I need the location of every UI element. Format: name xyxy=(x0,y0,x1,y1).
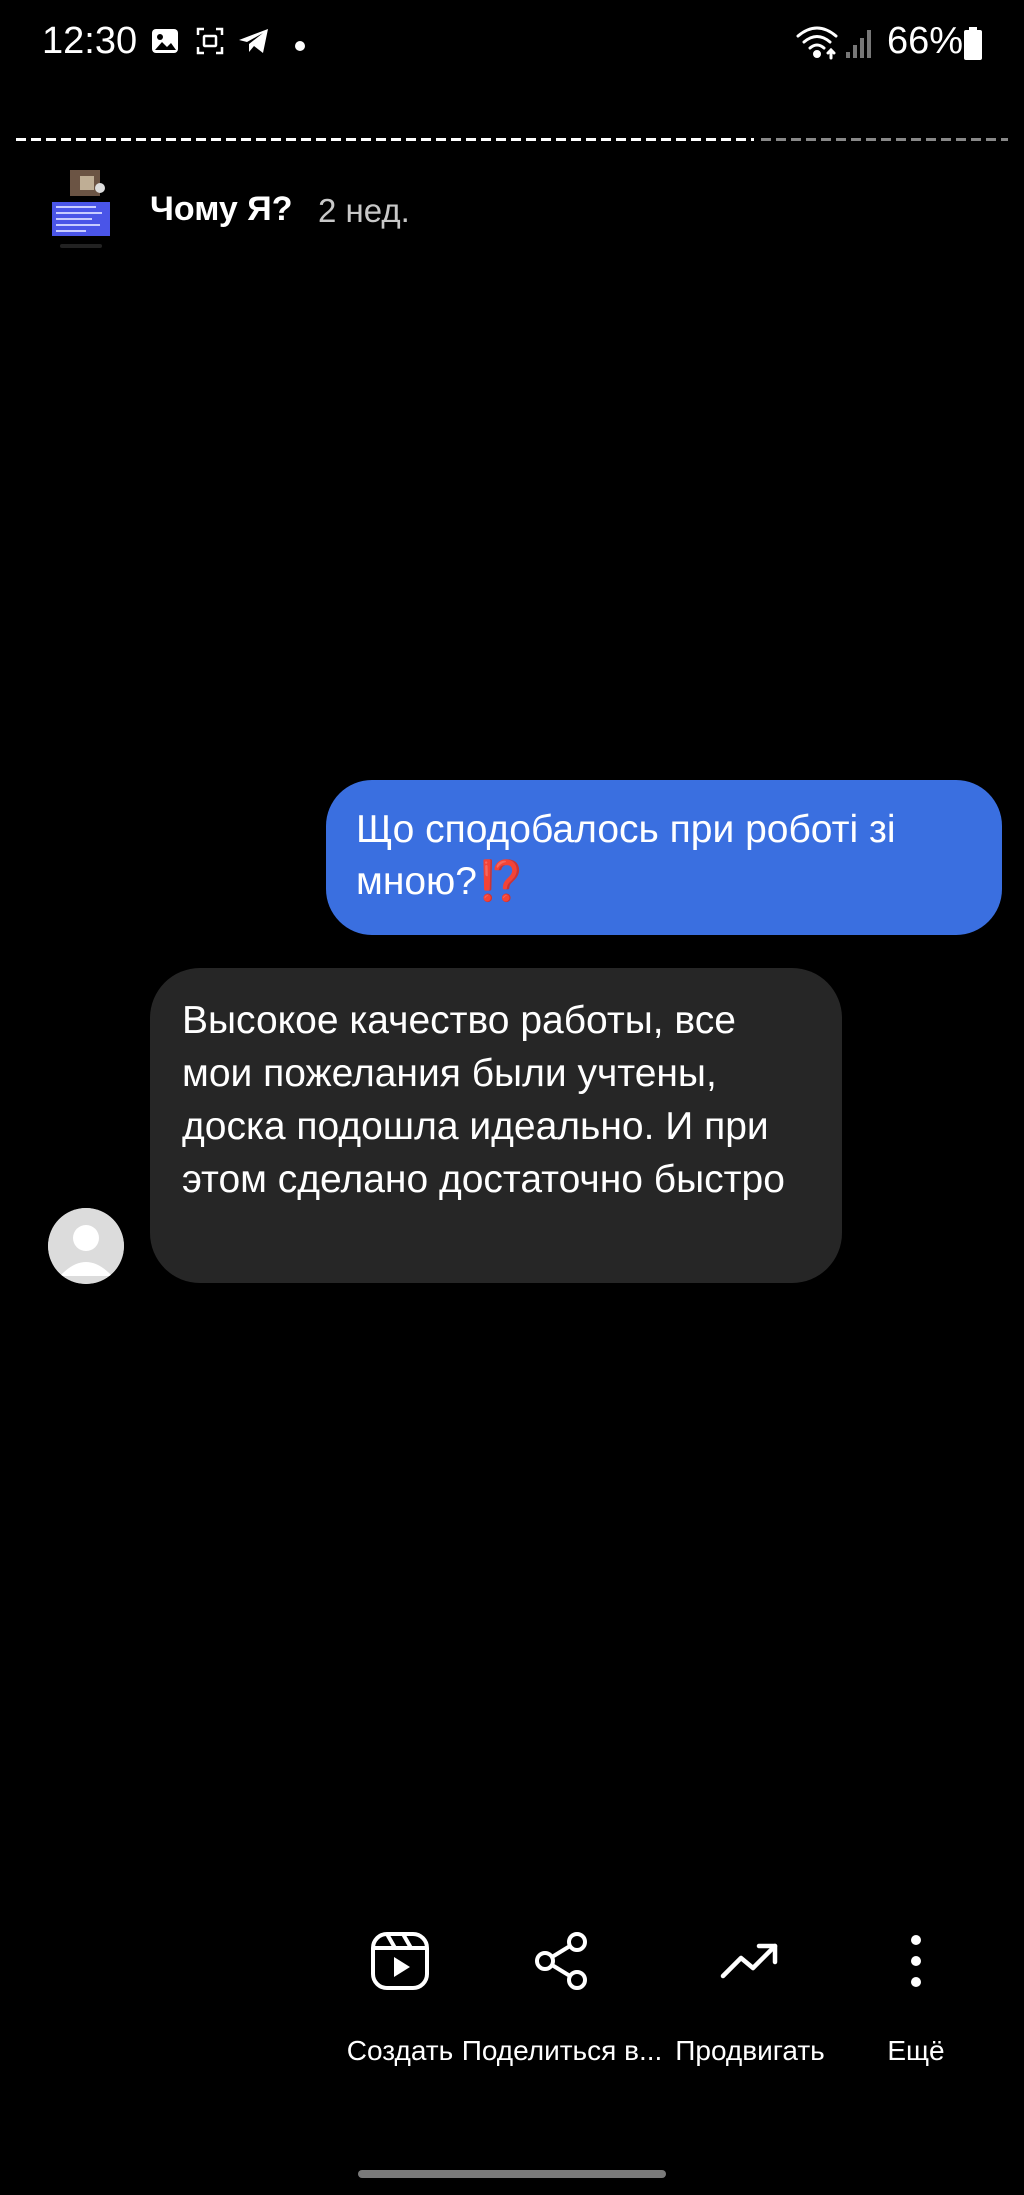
share-label: Поделиться в... xyxy=(461,2035,663,2066)
signal-icon xyxy=(845,26,875,65)
story-age: 2 нед. xyxy=(318,192,410,229)
progress-segment-viewed xyxy=(16,138,754,141)
telegram-icon xyxy=(237,26,271,61)
battery-percent: 66% xyxy=(887,20,964,62)
sender-avatar xyxy=(48,1208,124,1284)
story-progress xyxy=(16,138,1008,141)
reels-create-icon xyxy=(310,1930,490,1997)
more-label: Ещё xyxy=(887,2035,945,2066)
wifi-icon xyxy=(795,24,839,65)
gallery-icon xyxy=(150,26,180,61)
share-icon xyxy=(472,1930,652,1997)
notification-dot-icon xyxy=(295,38,305,56)
trending-up-icon xyxy=(660,1930,840,1997)
promote-label: Продвигать xyxy=(675,2035,825,2066)
progress-segment-remaining xyxy=(761,138,1008,141)
incoming-message-text: Высокое качество работы, все мои пожелан… xyxy=(182,999,785,1201)
more-vertical-icon xyxy=(826,1930,1006,1997)
screenshot-icon xyxy=(195,26,225,61)
status-time: 12:30 xyxy=(42,20,138,62)
story-thumbnail[interactable] xyxy=(50,166,112,254)
outgoing-message-text: Що сподобалось при роботі зі мною? xyxy=(356,808,896,903)
more-button[interactable]: Ещё xyxy=(826,1930,1006,2069)
interrobang-emoji: ⁉️ xyxy=(476,860,526,903)
incoming-message-bubble: Высокое качество работы, все мои пожелан… xyxy=(150,968,842,1283)
promote-button[interactable]: Продвигать xyxy=(660,1930,840,2069)
share-button[interactable]: Поделиться в... xyxy=(462,1930,662,2069)
home-indicator[interactable] xyxy=(358,2170,666,2178)
battery-icon xyxy=(962,26,984,67)
outgoing-message-bubble: Що сподобалось при роботі зі мною?⁉️ xyxy=(326,780,1002,935)
default-user-icon xyxy=(48,1208,124,1284)
story-title[interactable]: Чому Я? xyxy=(150,190,292,229)
status-bar: 12:30 66% xyxy=(0,0,1024,90)
